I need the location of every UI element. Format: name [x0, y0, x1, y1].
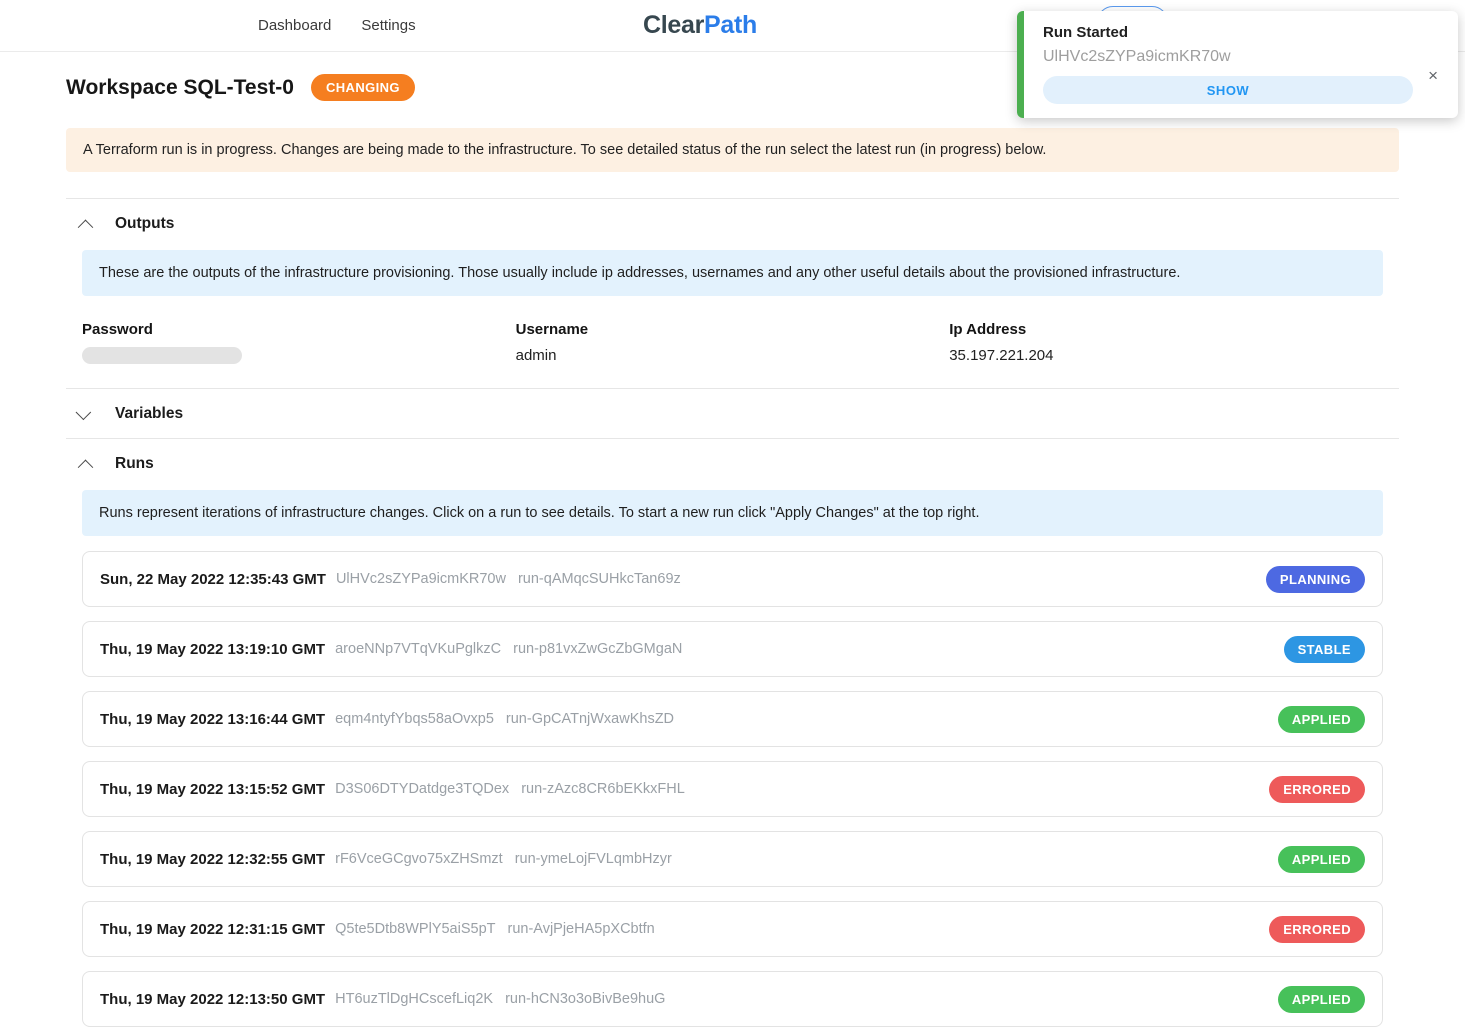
run-timestamp: Thu, 19 May 2022 12:13:50 GMT	[100, 991, 325, 1008]
logo-text-path: Path	[704, 11, 757, 39]
field-label: Username	[516, 321, 950, 338]
output-field-password: Password	[82, 321, 516, 364]
toast-accent-bar	[1017, 11, 1024, 118]
run-status-badge: PLANNING	[1266, 566, 1365, 593]
app-logo: ClearPath	[643, 11, 757, 40]
runs-list: Sun, 22 May 2022 12:35:43 GMT UlHVc2sZYP…	[82, 551, 1383, 1027]
outputs-info-box: These are the outputs of the infrastruct…	[82, 250, 1383, 296]
toast-run-id: UlHVc2sZYPa9icmKR70w	[1043, 48, 1438, 66]
outputs-section-title: Outputs	[115, 215, 174, 233]
nav-item-dashboard[interactable]: Dashboard	[258, 17, 331, 34]
run-row[interactable]: Thu, 19 May 2022 13:15:52 GMT D3S06DTYDa…	[82, 761, 1383, 817]
section-variables: Variables	[66, 388, 1399, 438]
run-id: run-p81vxZwGcZbGMgaN	[513, 641, 682, 657]
run-row[interactable]: Thu, 19 May 2022 12:13:50 GMT HT6uzTlDgH…	[82, 971, 1383, 1027]
run-workspace-id: rF6VceGCgvo75xZHSmzt	[335, 851, 503, 867]
run-status-badge: APPLIED	[1278, 846, 1365, 873]
run-workspace-id: aroeNNp7VTqVKuPglkzC	[335, 641, 501, 657]
run-workspace-id: eqm4ntyfYbqs58aOvxp5	[335, 711, 494, 727]
terraform-run-alert: A Terraform run is in progress. Changes …	[66, 128, 1399, 172]
close-icon[interactable]: ×	[1428, 67, 1438, 84]
run-row[interactable]: Thu, 19 May 2022 13:16:44 GMT eqm4ntyfYb…	[82, 691, 1383, 747]
run-workspace-id: HT6uzTlDgHCscefLiq2K	[335, 991, 493, 1007]
run-status-badge: APPLIED	[1278, 706, 1365, 733]
run-id: run-qAMqcSUHkcTan69z	[518, 571, 681, 587]
run-workspace-id: Q5te5Dtb8WPlY5aiS5pT	[335, 921, 495, 937]
run-timestamp: Thu, 19 May 2022 12:32:55 GMT	[100, 851, 325, 868]
run-id: run-hCN3o3oBivBe9huG	[505, 991, 665, 1007]
run-row[interactable]: Thu, 19 May 2022 12:32:55 GMT rF6VceGCgv…	[82, 831, 1383, 887]
workspace-status-badge: CHANGING	[311, 74, 415, 101]
run-timestamp: Thu, 19 May 2022 13:19:10 GMT	[100, 641, 325, 658]
variables-section-header[interactable]: Variables	[66, 389, 1399, 438]
logo-text-clear: Clear	[643, 11, 704, 39]
nav-item-settings[interactable]: Settings	[361, 17, 415, 34]
field-label: Ip Address	[949, 321, 1383, 338]
page-title: Workspace SQL-Test-0	[66, 76, 294, 100]
run-status-badge: ERRORED	[1269, 916, 1365, 943]
run-timestamp: Sun, 22 May 2022 12:35:43 GMT	[100, 571, 326, 588]
section-runs: Runs Runs represent iterations of infras…	[66, 438, 1399, 1028]
chevron-up-icon	[78, 459, 94, 475]
run-workspace-id: UlHVc2sZYPa9icmKR70w	[336, 571, 506, 587]
show-button[interactable]: SHOW	[1043, 76, 1413, 104]
runs-section-title: Runs	[115, 455, 154, 473]
run-id: run-zAzc8CR6bEKkxFHL	[521, 781, 685, 797]
run-status-badge: STABLE	[1284, 636, 1365, 663]
run-row[interactable]: Thu, 19 May 2022 12:31:15 GMT Q5te5Dtb8W…	[82, 901, 1383, 957]
chevron-up-icon	[78, 219, 94, 235]
outputs-section-header[interactable]: Outputs	[66, 199, 1399, 248]
field-value: 35.197.221.204	[949, 347, 1383, 364]
run-status-badge: APPLIED	[1278, 986, 1365, 1013]
field-value: admin	[516, 347, 950, 364]
run-id: run-ymeLojFVLqmbHzyr	[515, 851, 672, 867]
run-timestamp: Thu, 19 May 2022 13:15:52 GMT	[100, 781, 325, 798]
nav-links: Dashboard Settings	[258, 17, 416, 34]
redacted-password-value	[82, 347, 242, 364]
runs-section-header[interactable]: Runs	[66, 439, 1399, 488]
run-workspace-id: D3S06DTYDatdge3TQDex	[335, 781, 509, 797]
field-label: Password	[82, 321, 516, 338]
section-outputs: Outputs These are the outputs of the inf…	[66, 198, 1399, 388]
run-id: run-AvjPjeHA5pXCbtfn	[508, 921, 655, 937]
run-row[interactable]: Thu, 19 May 2022 13:19:10 GMT aroeNNp7VT…	[82, 621, 1383, 677]
run-started-toast: Run Started UlHVc2sZYPa9icmKR70w SHOW ×	[1017, 11, 1458, 118]
run-row[interactable]: Sun, 22 May 2022 12:35:43 GMT UlHVc2sZYP…	[82, 551, 1383, 607]
run-timestamp: Thu, 19 May 2022 12:31:15 GMT	[100, 921, 325, 938]
toast-title: Run Started	[1043, 24, 1438, 41]
variables-section-title: Variables	[115, 405, 183, 423]
run-status-badge: ERRORED	[1269, 776, 1365, 803]
output-field-username: Username admin	[516, 321, 950, 364]
runs-info-box: Runs represent iterations of infrastruct…	[82, 490, 1383, 536]
outputs-fields: Password Username admin Ip Address 35.19…	[82, 321, 1383, 364]
run-id: run-GpCATnjWxawKhsZD	[506, 711, 674, 727]
output-field-ip-address: Ip Address 35.197.221.204	[949, 321, 1383, 364]
run-timestamp: Thu, 19 May 2022 13:16:44 GMT	[100, 711, 325, 728]
chevron-down-icon	[76, 404, 92, 420]
